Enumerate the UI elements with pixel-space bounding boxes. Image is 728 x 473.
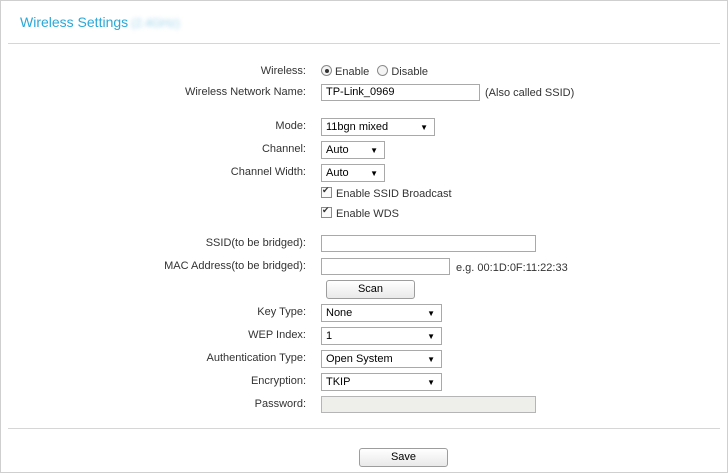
chevron-down-icon: ▼ [427, 355, 435, 364]
encryption-select-value: TKIP [326, 376, 351, 388]
checkbox-checked-icon [321, 185, 332, 198]
mode-select[interactable]: 11bgn mixed ▼ [321, 118, 435, 136]
auth-type-label: Authentication Type: [206, 352, 306, 364]
settings-panel: Wireless Settings (2.4GHz) Wireless: Enab… [0, 0, 728, 473]
mac-bridged-label: MAC Address(to be bridged): [164, 260, 306, 272]
encryption-select[interactable]: TKIP ▼ [321, 373, 442, 391]
encryption-label: Encryption: [250, 375, 306, 387]
channel-width-select[interactable]: Auto ▼ [321, 164, 385, 182]
wds-checkbox[interactable]: Enable WDS [321, 205, 399, 220]
wireless-label: Wireless: [260, 65, 306, 77]
mac-format-hint: e.g. 00:1D:0F:11:22:33 [456, 262, 568, 274]
key-type-select[interactable]: None ▼ [321, 304, 442, 322]
ssid-bridged-label: SSID(to be bridged): [205, 237, 306, 249]
radio-checked-icon [321, 65, 332, 76]
password-input[interactable] [321, 396, 536, 413]
chevron-down-icon: ▼ [370, 146, 378, 155]
password-label: Password: [254, 398, 306, 410]
channel-select-value: Auto [326, 144, 349, 156]
channel-width-select-value: Auto [326, 167, 349, 179]
ssid-bridged-input[interactable] [321, 235, 536, 252]
wireless-disable-radio[interactable]: Disable [377, 65, 429, 78]
wireless-radio-group: Enable Disable [321, 65, 428, 78]
auth-type-select[interactable]: Open System ▼ [321, 350, 442, 368]
wep-index-select-value: 1 [326, 330, 333, 342]
network-name-input[interactable]: TP-Link_0969 [321, 84, 480, 101]
scan-button[interactable]: Scan [326, 280, 415, 299]
wireless-enable-label: Enable [335, 66, 370, 78]
chevron-down-icon: ▼ [427, 332, 435, 341]
chevron-down-icon: ▼ [427, 378, 435, 387]
channel-width-label: Channel Width: [230, 166, 306, 178]
network-name-label: Wireless Network Name: [184, 86, 306, 98]
band-label: (2.4GHz) [131, 16, 180, 30]
chevron-down-icon: ▼ [370, 169, 378, 178]
wireless-enable-radio[interactable]: Enable [321, 65, 370, 78]
radio-unchecked-icon [377, 65, 389, 76]
network-name-hint: (Also called SSID) [485, 87, 575, 99]
save-button[interactable]: Save [359, 448, 448, 467]
key-type-label: Key Type: [257, 306, 306, 318]
mode-select-value: 11bgn mixed [326, 121, 389, 133]
wireless-disable-label: Disable [391, 66, 429, 78]
bottom-divider [8, 428, 720, 429]
key-type-select-value: None [326, 307, 353, 319]
ssid-broadcast-label: Enable SSID Broadcast [336, 188, 452, 200]
mac-bridged-input[interactable] [321, 258, 450, 275]
chevron-down-icon: ▼ [420, 123, 428, 132]
wep-index-label: WEP Index: [248, 329, 306, 341]
auth-type-select-value: Open System [326, 353, 393, 365]
wep-index-select[interactable]: 1 ▼ [321, 327, 442, 345]
page-title: Wireless Settings (2.4GHz) [20, 14, 180, 30]
checkbox-checked-icon [321, 205, 332, 218]
channel-select[interactable]: Auto ▼ [321, 141, 385, 159]
ssid-broadcast-checkbox[interactable]: Enable SSID Broadcast [321, 185, 452, 200]
chevron-down-icon: ▼ [427, 309, 435, 318]
page-title-text: Wireless Settings [20, 14, 129, 30]
mode-label: Mode: [275, 120, 306, 132]
wds-label: Enable WDS [336, 208, 399, 220]
channel-label: Channel: [261, 143, 306, 155]
top-divider [8, 43, 720, 44]
